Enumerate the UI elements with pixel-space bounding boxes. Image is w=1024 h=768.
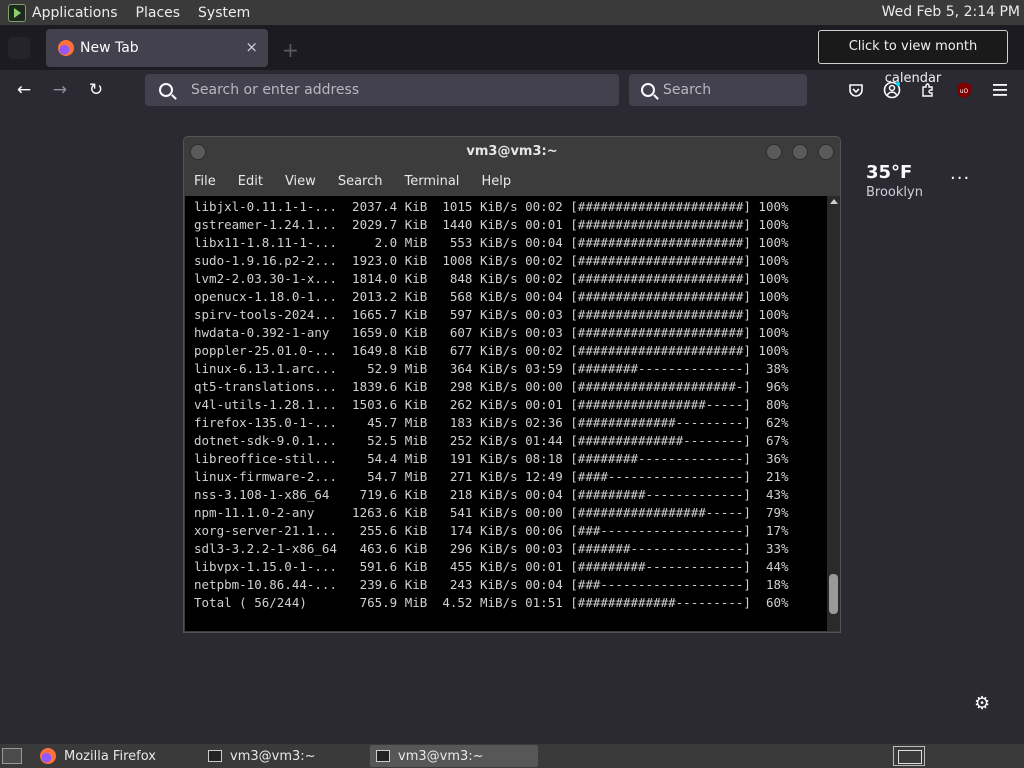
ublock-icon[interactable]: uO [954, 80, 974, 100]
menu-icon[interactable] [990, 80, 1010, 100]
terminal-window[interactable]: vm3@vm3:~ File Edit View Search Terminal… [183, 136, 841, 633]
back-icon[interactable]: ← [13, 79, 35, 101]
menu-view[interactable]: View [285, 174, 316, 189]
minimize-icon[interactable] [766, 144, 782, 160]
svg-text:uO: uO [960, 88, 969, 95]
terminal-line: xorg-server-21.1... 255.6 KiB 174 KiB/s … [194, 523, 789, 538]
menu-terminal[interactable]: Terminal [404, 174, 459, 189]
reload-icon[interactable]: ↻ [85, 79, 107, 101]
url-bar[interactable]: Search or enter address [145, 74, 619, 106]
browser-nav-bar: ← → ↻ Search or enter address Search uO [0, 70, 1024, 110]
firefox-icon [58, 40, 74, 56]
task-label: Mozilla Firefox [64, 748, 156, 764]
forward-icon[interactable]: → [49, 79, 71, 101]
show-desktop-icon[interactable] [2, 748, 22, 764]
firefox-icon [40, 748, 56, 764]
terminal-line: sudo-1.9.16.p2-2... 1923.0 KiB 1008 KiB/… [194, 253, 789, 268]
calendar-tooltip: Click to view month calendar [818, 30, 1008, 86]
tab-new-tab[interactable]: New Tab × [46, 29, 268, 67]
task-firefox[interactable]: Mozilla Firefox [36, 745, 198, 767]
terminal-line: linux-firmware-2... 54.7 MiB 271 KiB/s 1… [194, 469, 789, 484]
terminal-line: spirv-tools-2024... 1665.7 KiB 597 KiB/s… [194, 307, 789, 322]
url-placeholder: Search or enter address [191, 82, 360, 98]
terminal-line: Total ( 56/244) 765.9 MiB 4.52 MiB/s 01:… [194, 595, 789, 610]
terminal-output[interactable]: libjxl-0.11.1-1-... 2037.4 KiB 1015 KiB/… [185, 196, 827, 631]
terminal-line: sdl3-3.2.2-1-x86_64 463.6 KiB 296 KiB/s … [194, 541, 789, 556]
terminal-line: gstreamer-1.24.1... 2029.7 KiB 1440 KiB/… [194, 217, 789, 232]
bottom-taskbar: Mozilla Firefox vm3@vm3:~ vm3@vm3:~ [0, 744, 1024, 768]
terminal-line: firefox-135.0-1-... 45.7 MiB 183 KiB/s 0… [194, 415, 789, 430]
weather-temperature: 35°F [866, 162, 913, 183]
terminal-line: poppler-25.01.0-... 1649.8 KiB 677 KiB/s… [194, 343, 789, 358]
terminal-line: lvm2-2.03.30-1-x... 1814.0 KiB 848 KiB/s… [194, 271, 789, 286]
terminal-title: vm3@vm3:~ [466, 144, 558, 159]
scroll-up-icon[interactable] [830, 199, 838, 204]
customize-gear-icon[interactable]: ⚙ [974, 693, 990, 714]
terminal-line: libreoffice-stil... 54.4 MiB 191 KiB/s 0… [194, 451, 789, 466]
task-label: vm3@vm3:~ [398, 748, 484, 764]
firefox-view-icon[interactable] [8, 37, 30, 59]
tab-title: New Tab [80, 40, 139, 56]
terminal-line: dotnet-sdk-9.0.1... 52.5 MiB 252 KiB/s 0… [194, 433, 789, 448]
top-panel: Applications Places System Wed Feb 5, 2:… [0, 0, 1024, 25]
task-terminal-1[interactable]: vm3@vm3:~ [202, 745, 368, 767]
new-tab-button[interactable]: + [282, 38, 299, 62]
terminal-line: libjxl-0.11.1-1-... 2037.4 KiB 1015 KiB/… [194, 199, 789, 214]
terminal-line: linux-6.13.1.arc... 52.9 MiB 364 KiB/s 0… [194, 361, 789, 376]
terminal-line: netpbm-10.86.44-... 239.6 KiB 243 KiB/s … [194, 577, 789, 592]
terminal-line: qt5-translations... 1839.6 KiB 298 KiB/s… [194, 379, 789, 394]
terminal-line: libx11-1.8.11-1-... 2.0 MiB 553 KiB/s 00… [194, 235, 789, 250]
terminal-titlebar[interactable]: vm3@vm3:~ [184, 137, 840, 167]
pocket-icon[interactable] [846, 80, 866, 100]
task-label: vm3@vm3:~ [230, 748, 316, 764]
tab-close-icon[interactable]: × [245, 38, 258, 56]
applications-menu[interactable]: Applications [32, 5, 118, 21]
search-placeholder: Search [663, 82, 712, 98]
task-terminal-2[interactable]: vm3@vm3:~ [370, 745, 538, 767]
terminal-line: libvpx-1.15.0-1-... 591.6 KiB 455 KiB/s … [194, 559, 789, 574]
system-menu[interactable]: System [198, 5, 250, 21]
menu-edit[interactable]: Edit [238, 174, 263, 189]
search-icon [159, 83, 173, 97]
terminal-lines: libjxl-0.11.1-1-... 2037.4 KiB 1015 KiB/… [194, 198, 789, 612]
places-menu[interactable]: Places [136, 5, 181, 21]
terminal-line: nss-3.108-1-x86_64 719.6 KiB 218 KiB/s 0… [194, 487, 789, 502]
terminal-scrollbar[interactable] [827, 196, 840, 631]
terminal-line: hwdata-0.392-1-any 1659.0 KiB 607 KiB/s … [194, 325, 789, 340]
terminal-icon [376, 750, 390, 762]
scrollbar-thumb[interactable] [829, 574, 838, 614]
menu-help[interactable]: Help [481, 174, 511, 189]
maximize-icon[interactable] [792, 144, 808, 160]
weather-menu-button[interactable]: ··· [950, 168, 970, 189]
terminal-line: openucx-1.18.0-1... 2013.2 KiB 568 KiB/s… [194, 289, 789, 304]
panel-clock[interactable]: Wed Feb 5, 2:14 PM [882, 0, 1020, 25]
search-icon [641, 83, 655, 97]
terminal-line: npm-11.1.0-2-any 1263.6 KiB 541 KiB/s 00… [194, 505, 789, 520]
workspace-switcher[interactable] [893, 746, 925, 766]
weather-location: Brooklyn [866, 185, 923, 200]
distro-logo-icon[interactable] [8, 3, 26, 22]
menu-search[interactable]: Search [338, 174, 383, 189]
search-bar[interactable]: Search [629, 74, 807, 106]
menu-file[interactable]: File [194, 174, 216, 189]
terminal-menubar: File Edit View Search Terminal Help [184, 167, 840, 195]
terminal-line: v4l-utils-1.28.1... 1503.6 KiB 262 KiB/s… [194, 397, 789, 412]
close-icon[interactable] [818, 144, 834, 160]
terminal-icon [208, 750, 222, 762]
weather-widget[interactable]: 35°F Brooklyn [866, 162, 923, 200]
